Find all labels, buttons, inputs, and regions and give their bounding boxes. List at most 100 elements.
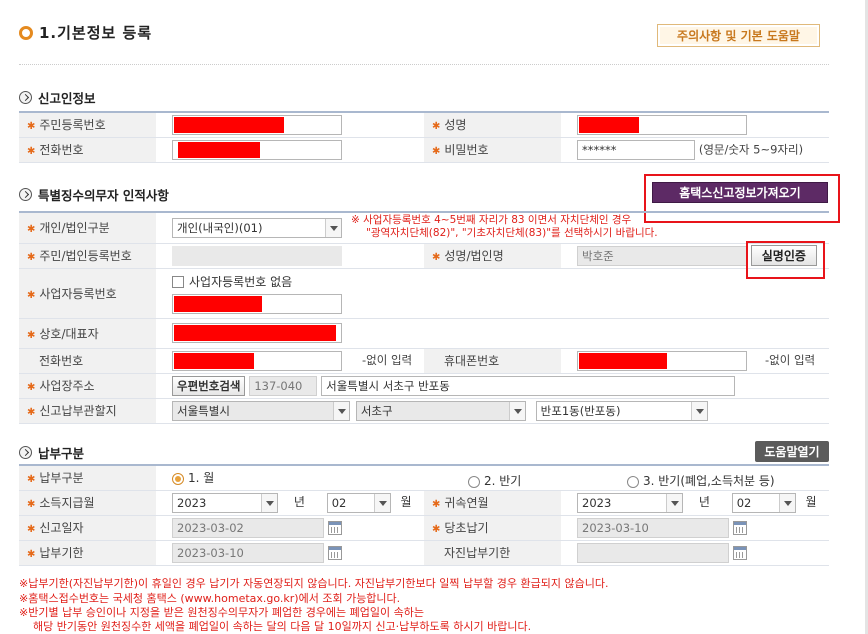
label-pay-type: ✱ 납부구분 bbox=[19, 465, 156, 491]
w-phone-input[interactable] bbox=[172, 350, 342, 371]
calendar-icon[interactable] bbox=[733, 545, 747, 560]
label-attr-month: ✱ 귀속연월 bbox=[424, 490, 561, 516]
section-payment-title: 납부구분 bbox=[19, 443, 84, 462]
id-no-input[interactable] bbox=[172, 245, 342, 266]
due-date-input[interactable]: 2023-03-10 bbox=[577, 517, 729, 538]
label-id-no: ✱ 주민/법인등록번호 bbox=[19, 243, 156, 269]
zip-input[interactable]: 137-040 bbox=[249, 375, 318, 396]
footnote: 해당 반기동안 원천징수한 세액을 폐업일이 속하는 달의 다음 달 10일까지… bbox=[33, 620, 532, 633]
mobile-input[interactable] bbox=[577, 350, 747, 371]
month-unit: 월 bbox=[805, 495, 817, 509]
deadline-input[interactable]: 2023-03-10 bbox=[172, 542, 324, 563]
label-mobile: 휴대폰번호 bbox=[424, 348, 561, 374]
phone-input[interactable] bbox=[172, 139, 342, 160]
label-w-phone: 전화번호 bbox=[19, 348, 156, 374]
guide-help-button[interactable]: 주의사항 및 기본 도움말 bbox=[657, 24, 820, 47]
radio-icon[interactable] bbox=[172, 472, 184, 485]
label-report-date: ✱ 신고일자 bbox=[19, 515, 156, 541]
attr-month-select[interactable]: 02 bbox=[731, 492, 796, 513]
chevron-down-icon[interactable] bbox=[261, 493, 277, 512]
radio-icon[interactable] bbox=[468, 475, 480, 488]
name-input[interactable] bbox=[577, 114, 747, 135]
radio-half-closure[interactable]: 3. 반기(폐업,소득처분 등) bbox=[627, 472, 775, 489]
phone-hint: -없이 입력 bbox=[362, 353, 413, 367]
section-withholder-title: 특별징수의무자 인적사항 bbox=[19, 185, 169, 204]
label-name: ✱ 성명 bbox=[424, 112, 561, 138]
redaction bbox=[174, 352, 254, 369]
chevron-down-icon[interactable] bbox=[690, 401, 707, 420]
pay-year-select[interactable]: 2023 bbox=[172, 492, 278, 513]
rrn-input[interactable] bbox=[172, 114, 342, 135]
district-select[interactable]: 서초구 bbox=[355, 400, 526, 421]
address-input[interactable]: 서울특별시 서초구 반포동 bbox=[321, 375, 736, 396]
self-deadline-input[interactable] bbox=[577, 542, 729, 563]
attr-year-select[interactable]: 2023 bbox=[577, 492, 683, 513]
required-star-icon: ✱ bbox=[432, 146, 441, 157]
chevron-down-icon[interactable] bbox=[666, 493, 682, 512]
calendar-icon[interactable] bbox=[328, 520, 342, 535]
no-biz-label: 사업자등록번호 없음 bbox=[189, 274, 293, 289]
redaction bbox=[174, 325, 336, 341]
required-star-icon: ✱ bbox=[27, 329, 36, 341]
label-self-deadline: 자진납부기한 bbox=[424, 540, 561, 566]
type-select[interactable]: 개인(내국인)(01) bbox=[172, 217, 342, 238]
no-biz-checkbox[interactable] bbox=[172, 276, 184, 288]
chevron-down-icon[interactable] bbox=[325, 218, 341, 237]
chevron-circle-icon bbox=[19, 91, 32, 104]
label-company: ✱ 상호/대표자 bbox=[19, 318, 156, 349]
chevron-down-icon[interactable] bbox=[373, 493, 390, 512]
company-input[interactable] bbox=[172, 323, 342, 343]
city-select[interactable]: 서울특별시 bbox=[172, 400, 350, 421]
required-star-icon: ✱ bbox=[27, 146, 36, 157]
required-star-icon: ✱ bbox=[27, 252, 36, 263]
label-due-date: ✱ 당초납기 bbox=[424, 515, 561, 541]
label-jurisdiction: ✱ 신고납부관할지 bbox=[19, 398, 156, 424]
required-star-icon: ✱ bbox=[432, 121, 441, 133]
withholder-table: ✱ 개인/법인구분 개인(내국인)(01) ※ 사업자등록번호 4~5번째 자리가… bbox=[19, 211, 829, 424]
required-star-icon: ✱ bbox=[27, 474, 36, 486]
redaction bbox=[174, 116, 284, 133]
label-password: ✱ 비밀번호 bbox=[424, 137, 561, 163]
required-star-icon: ✱ bbox=[27, 121, 36, 133]
biz-no-input[interactable] bbox=[172, 293, 342, 314]
required-star-icon: ✱ bbox=[27, 289, 36, 301]
chevron-down-icon[interactable] bbox=[333, 401, 349, 420]
reporter-table: ✱ 주민등록번호 ✱ 성명 ✱ 전화번호 ✱ 비밀번호 ****** (영문/숫자 5~… bbox=[19, 111, 829, 163]
chevron-circle-icon bbox=[19, 446, 32, 459]
required-star-icon: ✱ bbox=[432, 499, 441, 510]
page-title-text: 1.기본정보 등록 bbox=[39, 24, 153, 42]
circle-bullet-icon bbox=[19, 25, 33, 40]
required-star-icon: ✱ bbox=[432, 252, 441, 263]
radio-icon[interactable] bbox=[627, 475, 639, 488]
year-unit: 년 bbox=[698, 495, 710, 509]
footnote: ※반기별 납부 승인이나 지정을 받은 원천징수의무자가 폐업한 경우에는 폐업… bbox=[19, 606, 425, 619]
radio-monthly[interactable]: 1. 월 bbox=[172, 471, 214, 485]
calendar-icon[interactable] bbox=[328, 545, 342, 560]
divider bbox=[19, 64, 829, 65]
calendar-icon[interactable] bbox=[733, 520, 747, 535]
report-date-input[interactable]: 2023-03-02 bbox=[172, 517, 324, 538]
pay-month-select[interactable]: 02 bbox=[326, 492, 391, 513]
radio-half[interactable]: 2. 반기 bbox=[468, 472, 521, 489]
required-star-icon: ✱ bbox=[27, 499, 36, 510]
redaction bbox=[174, 295, 262, 312]
payment-table: ✱ 납부구분 1. 월 2. 반기 3. 반기(폐업,소득처분 등) ✱ 소득지급월… bbox=[19, 464, 829, 566]
password-input[interactable]: ****** bbox=[577, 139, 695, 160]
label-phone: ✱ 전화번호 bbox=[19, 137, 156, 163]
chevron-down-icon[interactable] bbox=[508, 401, 525, 420]
open-help-button[interactable]: 도움말열기 bbox=[755, 441, 829, 462]
label-address: ✱ 사업장주소 bbox=[19, 373, 156, 399]
label-company-name: ✱ 성명/법인명 bbox=[424, 243, 561, 269]
section-reporter-title: 신고인정보 bbox=[19, 88, 96, 107]
zip-search-button[interactable]: 우편번호검색 bbox=[172, 375, 246, 396]
redaction bbox=[579, 352, 667, 369]
label-pay-month: ✱ 소득지급월 bbox=[19, 490, 156, 516]
chevron-down-icon[interactable] bbox=[778, 493, 795, 512]
company-name-input[interactable]: 박호준 bbox=[577, 246, 747, 267]
label-rrn: ✱ 주민등록번호 bbox=[19, 112, 156, 138]
dong-select[interactable]: 반포1동(반포동) bbox=[535, 400, 708, 421]
redaction bbox=[178, 141, 260, 158]
chevron-circle-icon bbox=[19, 188, 32, 201]
redaction bbox=[579, 116, 639, 133]
required-star-icon: ✱ bbox=[27, 407, 36, 418]
